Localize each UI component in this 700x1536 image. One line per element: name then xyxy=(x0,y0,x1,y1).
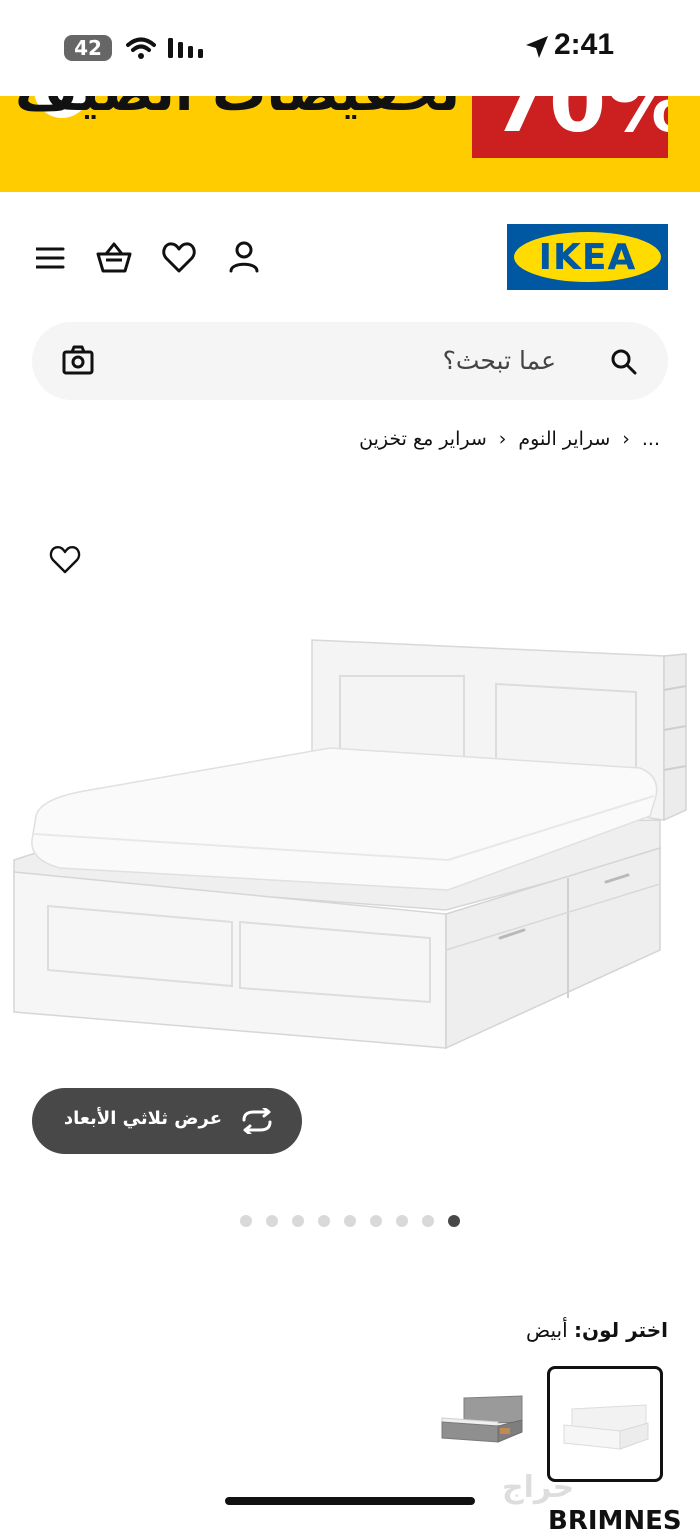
battery-indicator: 42 xyxy=(64,35,112,61)
heart-icon xyxy=(49,545,81,574)
color-label: اختر لون: xyxy=(574,1318,668,1342)
carousel-dot[interactable] xyxy=(344,1215,356,1227)
carousel-dot[interactable] xyxy=(240,1215,252,1227)
menu-button[interactable] xyxy=(34,242,76,286)
status-bar: 42 2:41 xyxy=(0,0,700,96)
search-bar[interactable]: عما تبحث؟ xyxy=(32,322,668,400)
product-favorite-button[interactable] xyxy=(48,544,82,580)
swatch-white[interactable] xyxy=(547,1366,663,1482)
carousel-dot[interactable] xyxy=(292,1215,304,1227)
basket-icon xyxy=(96,242,132,273)
carousel-indicator xyxy=(240,1215,460,1227)
carousel-dot[interactable] xyxy=(422,1215,434,1227)
favorites-button[interactable] xyxy=(162,240,202,284)
breadcrumb-ellipsis[interactable]: ... xyxy=(642,428,660,450)
hamburger-icon xyxy=(34,247,65,269)
wifi-icon xyxy=(126,37,156,59)
search-icon xyxy=(611,349,637,375)
search-input[interactable]: عما تبحث؟ xyxy=(443,346,556,375)
swatch-grey[interactable] xyxy=(430,1380,526,1460)
color-selector-label: اختر لون: أبيض xyxy=(526,1318,668,1342)
carousel-dot[interactable] xyxy=(370,1215,382,1227)
home-indicator[interactable] xyxy=(225,1497,475,1505)
logo-text: IKEA xyxy=(538,236,637,278)
cart-button[interactable] xyxy=(96,240,136,284)
camera-icon[interactable] xyxy=(62,344,96,378)
swatch-grey-image xyxy=(441,1395,523,1443)
promo-text: تخفيضات الصيف xyxy=(15,96,460,123)
product-name-partial: BRIMNES xyxy=(548,1506,682,1536)
account-button[interactable] xyxy=(228,240,268,284)
carousel-dot[interactable] xyxy=(318,1215,330,1227)
status-time: 2:41 xyxy=(553,28,614,61)
rotate-3d-icon xyxy=(242,1108,272,1134)
signal-icon xyxy=(168,38,203,58)
heart-icon xyxy=(162,242,196,273)
breadcrumb: ... ‹ سراير النوم ‹ سراير مع تخزين xyxy=(359,428,660,450)
ikea-logo[interactable]: IKEA xyxy=(507,224,668,290)
promo-badge: 70% xyxy=(472,96,668,158)
view-3d-label: عرض ثلاثي الأبعاد xyxy=(63,1108,222,1129)
promo-banner[interactable]: تخفيضات الصيف 70% xyxy=(0,96,700,192)
watermark: حراج xyxy=(502,1470,575,1505)
carousel-dot-active[interactable] xyxy=(448,1215,460,1227)
location-arrow-icon xyxy=(526,36,548,58)
carousel-dot[interactable] xyxy=(396,1215,408,1227)
breadcrumb-chevron-icon: ‹ xyxy=(622,428,630,450)
product-image[interactable] xyxy=(0,620,700,1060)
color-value: أبيض xyxy=(526,1318,568,1342)
breadcrumb-chevron-icon: ‹ xyxy=(498,428,507,450)
breadcrumb-item-current: سراير مع تخزين xyxy=(359,428,487,450)
swatch-white-image xyxy=(563,1404,649,1450)
view-3d-button[interactable]: عرض ثلاثي الأبعاد xyxy=(32,1088,302,1154)
carousel-dot[interactable] xyxy=(266,1215,278,1227)
person-icon xyxy=(229,241,259,273)
breadcrumb-item[interactable]: سراير النوم xyxy=(518,428,610,450)
